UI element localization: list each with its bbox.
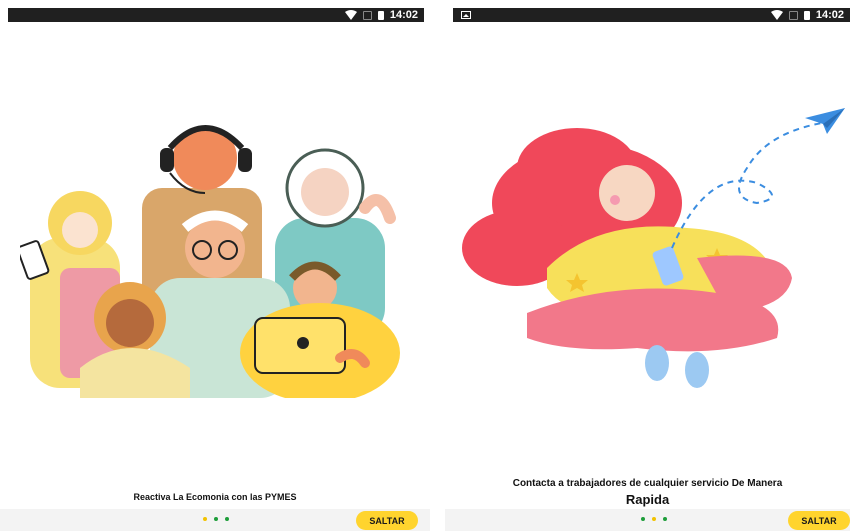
people-group-illustration: [20, 125, 400, 398]
page-indicator: [203, 517, 229, 521]
page-dot-3: [225, 517, 229, 521]
onboarding-caption: Reactiva La Ecomonia con las PYMES: [133, 492, 297, 502]
girl-with-phone-illustration: [462, 122, 823, 388]
page-dot-2: [652, 517, 656, 521]
signal-icon: [362, 10, 372, 20]
status-time: 14:02: [389, 9, 418, 21]
gallery-notification-icon: [461, 11, 471, 19]
status-bar: 14:02: [453, 8, 850, 22]
onboarding-footer: SALTAR: [445, 509, 850, 531]
page-dot-2: [214, 517, 218, 521]
battery-icon: [377, 10, 384, 20]
battery-icon: [803, 10, 810, 20]
status-bar: 14:02: [8, 8, 424, 22]
onboarding-footer: SALTAR: [0, 509, 430, 531]
skip-button[interactable]: SALTAR: [788, 511, 850, 530]
page-dot-3: [663, 517, 667, 521]
page-indicator: [641, 517, 667, 521]
onboarding-caption: Contacta a trabajadores de cualquier ser…: [512, 478, 783, 489]
wifi-icon: [344, 10, 357, 20]
onboarding-caption-highlight: Rapida: [625, 492, 670, 507]
page-dot-1: [203, 517, 207, 521]
wifi-icon: [770, 10, 783, 20]
onboarding-screen-2: 14:02 Contacta a trabajadores de cualqui…: [445, 0, 850, 531]
status-time: 14:02: [815, 9, 844, 21]
signal-icon: [788, 10, 798, 20]
page-dot-1: [641, 517, 645, 521]
skip-button[interactable]: SALTAR: [356, 511, 418, 530]
paper-plane-icon: [805, 108, 845, 134]
onboarding-screen-1: 14:02 Reactiva La Ecomonia con las PYMES…: [0, 0, 430, 531]
